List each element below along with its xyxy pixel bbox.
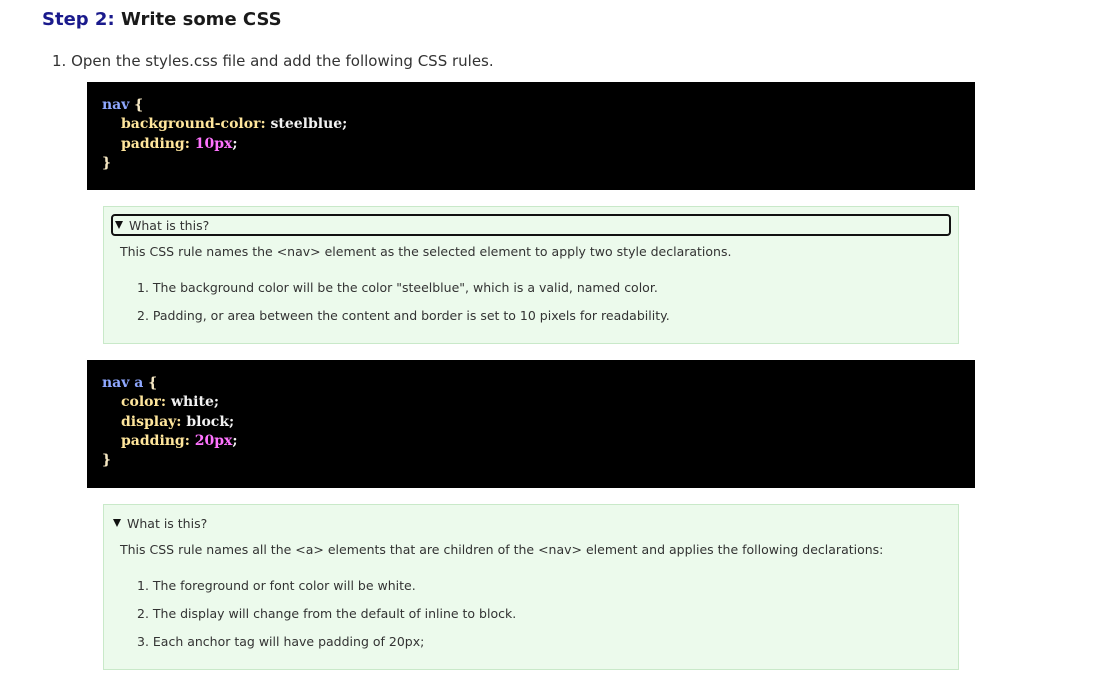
css-value: white xyxy=(170,394,214,411)
summary-label: What is this? xyxy=(127,515,208,531)
code-block-nav: nav { background-color: steelblue; paddi… xyxy=(87,82,975,190)
code-line: } xyxy=(102,154,975,173)
css-value: 10px xyxy=(194,135,233,152)
disclosure-triangle-down-icon xyxy=(113,519,121,527)
css-selector: nav xyxy=(102,97,130,113)
list-item: 1. The foreground or font color will be … xyxy=(137,578,416,593)
open-brace: { xyxy=(148,375,158,391)
list-item: 2. Padding, or area between the content … xyxy=(137,308,670,323)
css-property: background-color: xyxy=(121,116,266,133)
css-property: padding: xyxy=(121,432,190,449)
instruction-number: 1. xyxy=(52,52,67,70)
page: Step 2: Write some CSS 1. Open the style… xyxy=(0,0,1111,675)
code-line: padding: 10px; xyxy=(121,135,238,152)
disclosure-triangle-down-icon xyxy=(115,221,123,229)
open-brace: { xyxy=(134,97,144,113)
what-is-this-toggle[interactable]: What is this? xyxy=(111,512,207,534)
css-value: steelblue xyxy=(270,116,343,133)
close-brace: } xyxy=(102,452,112,469)
css-property: color: xyxy=(121,394,167,411)
css-property: display: xyxy=(121,413,182,430)
code-block-nav-a: nav a { color: white; display: block; pa… xyxy=(87,360,975,488)
what-is-this-toggle[interactable]: What is this? xyxy=(111,214,951,236)
css-value: block xyxy=(186,413,230,430)
code-line: display: block; xyxy=(121,413,235,430)
list-item: 1. The background color will be the colo… xyxy=(137,280,658,295)
instruction-item: 1. Open the styles.css file and add the … xyxy=(52,50,494,72)
explanation-text: This CSS rule names the <nav> element as… xyxy=(120,244,732,259)
code-line: background-color: steelblue; xyxy=(121,116,348,133)
explanation-text: This CSS rule names all the <a> elements… xyxy=(120,542,884,557)
explanation-list: 1. The background color will be the colo… xyxy=(137,279,670,335)
step-title-text: Write some CSS xyxy=(120,9,282,30)
explanation-panel: What is this? This CSS rule names all th… xyxy=(103,504,959,670)
step-number: Step 2: xyxy=(42,9,115,30)
close-brace: } xyxy=(102,154,112,171)
code-line: nav a { xyxy=(102,374,975,393)
list-item: 2. The display will change from the defa… xyxy=(137,606,517,621)
instruction-text: Open the styles.css file and add the fol… xyxy=(71,52,494,70)
css-property: padding: xyxy=(121,135,190,152)
code-line: color: white; xyxy=(121,394,220,411)
css-value: 20px xyxy=(194,432,233,449)
code-line: nav { xyxy=(102,96,975,115)
summary-label: What is this? xyxy=(129,217,210,233)
page-title: Step 2: Write some CSS xyxy=(42,8,282,32)
code-line: padding: 20px; xyxy=(121,432,238,449)
list-item: 3. Each anchor tag will have padding of … xyxy=(137,634,425,649)
css-selector: nav a xyxy=(102,375,144,391)
explanation-list: 1. The foreground or font color will be … xyxy=(137,577,516,661)
explanation-panel: What is this? This CSS rule names the <n… xyxy=(103,206,959,344)
code-line: } xyxy=(102,451,975,470)
